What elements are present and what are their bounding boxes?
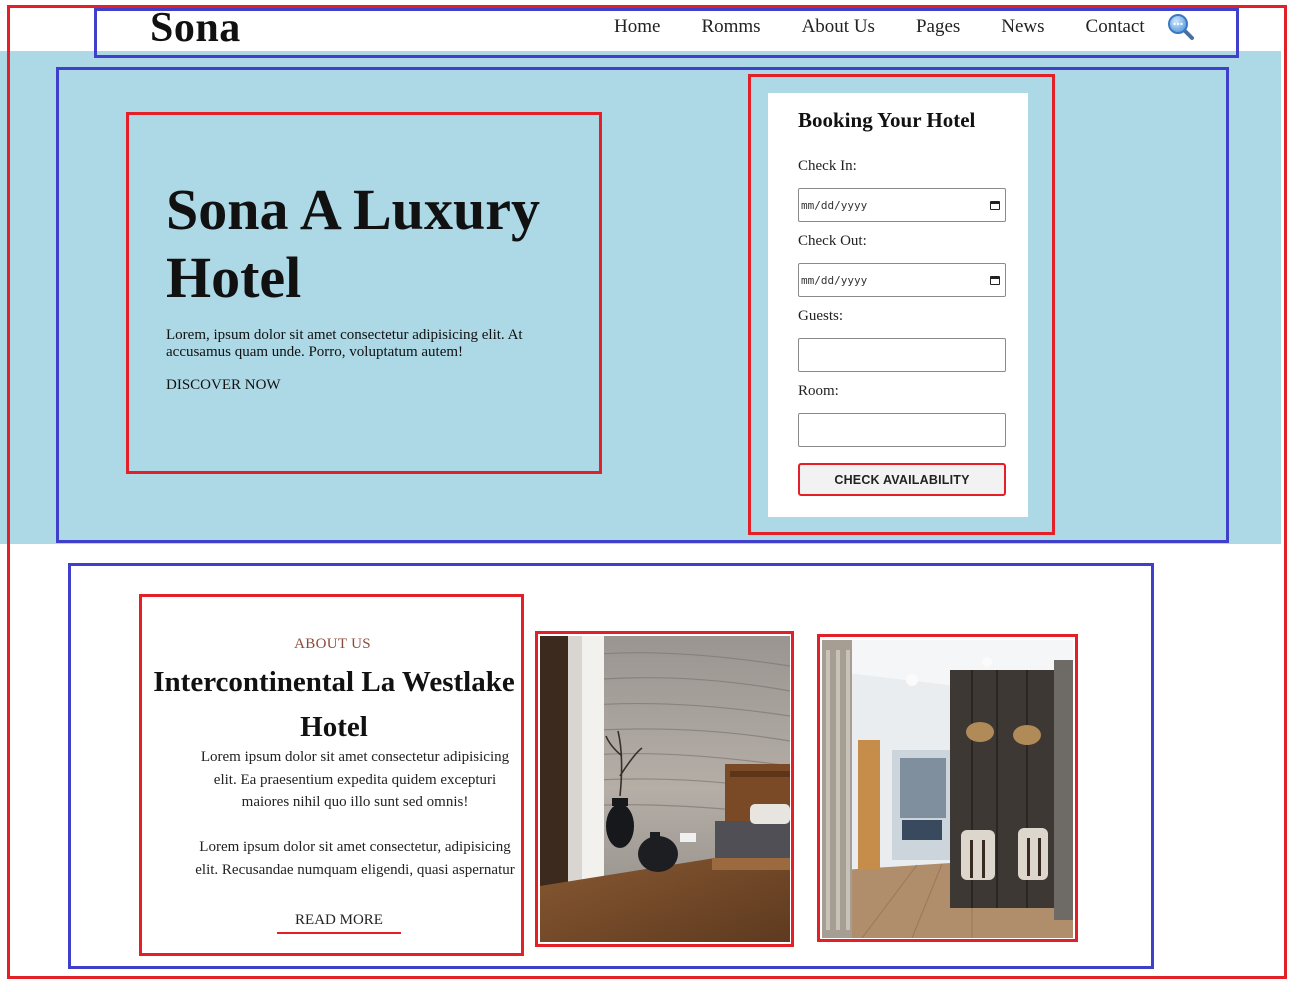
header-outline xyxy=(94,8,1239,58)
hallway-photo-outline xyxy=(817,634,1078,942)
hero-text-outline xyxy=(126,112,602,474)
booking-outline xyxy=(748,74,1055,535)
about-text-outline xyxy=(139,594,524,956)
bedroom-photo-outline xyxy=(535,631,794,947)
